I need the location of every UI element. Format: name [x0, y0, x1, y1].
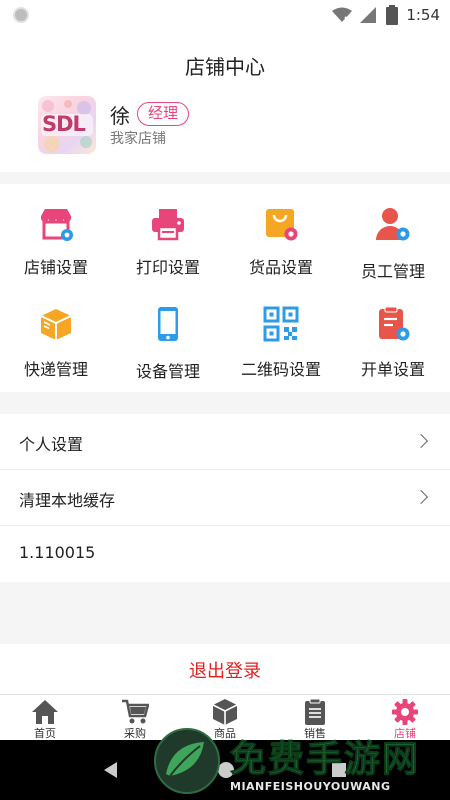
settings-menu: 个人设置 清理本地缓存 1.110015: [0, 414, 450, 582]
grid-item-label: 打印设置: [135, 258, 200, 277]
phone-device-icon: [158, 307, 178, 341]
watermark: 免费手游网 MIANFEISHOUYOUWANG: [152, 728, 442, 800]
role-badge: 经理: [137, 102, 190, 126]
menu-item-personal-settings[interactable]: 个人设置: [0, 414, 450, 470]
profile-card[interactable]: SDL 徐 经理 我家店铺: [0, 88, 450, 172]
watermark-logo: [154, 728, 220, 794]
store-settings-icon: [41, 209, 73, 241]
logout-label: 退出登录: [189, 661, 261, 682]
watermark-subtitle: MIANFEISHOUYOUWANG: [230, 780, 391, 793]
grid-item-label: 设备管理: [135, 362, 200, 381]
grid-item-order-settings[interactable]: 开单设置: [337, 284, 449, 379]
notification-dot-icon: [13, 7, 29, 23]
grid-item-label: 二维码设置: [240, 360, 321, 379]
grid-item-store-settings[interactable]: 店铺设置: [0, 184, 112, 277]
tab-label: 首页: [34, 727, 56, 740]
store-name: 我家店铺: [110, 131, 166, 147]
version-row: 1.110015: [0, 526, 450, 582]
menu-item-clear-cache[interactable]: 清理本地缓存: [0, 470, 450, 526]
avatar-logo-text: SDL: [42, 112, 86, 136]
function-grid: 店铺设置 打印设置 货品设置 员工管理 快递管理 设备管理 二维码设置 开单设置: [0, 184, 450, 392]
box-icon: [212, 699, 238, 725]
clipboard-icon: [305, 698, 325, 725]
grid-item-label: 快递管理: [23, 360, 88, 379]
user-name: 徐: [110, 104, 130, 128]
watermark-title: 免费手游网: [229, 738, 421, 781]
logout-button[interactable]: 退出登录: [0, 644, 450, 696]
grid-item-goods-settings[interactable]: 货品设置: [225, 184, 337, 277]
status-icons: 1:54: [332, 5, 440, 25]
status-bar: 1:54: [0, 0, 450, 30]
page-title: 店铺中心: [185, 54, 265, 79]
grid-item-label: 开单设置: [360, 360, 425, 379]
battery-icon: [386, 5, 399, 25]
order-settings-icon: [379, 306, 410, 341]
grid-item-label: 货品设置: [248, 258, 313, 277]
back-icon[interactable]: [104, 762, 117, 778]
gear-icon: [392, 699, 418, 725]
grid-item-staff-management[interactable]: 员工管理: [337, 184, 449, 281]
leaf-icon: [166, 742, 204, 777]
grid-item-print-settings[interactable]: 打印设置: [112, 184, 224, 277]
grid-item-qrcode-settings[interactable]: 二维码设置: [225, 284, 337, 379]
parcel-icon: [40, 309, 72, 340]
avatar[interactable]: SDL: [38, 96, 96, 154]
goods-settings-icon: [266, 209, 298, 241]
tab-home[interactable]: 首页: [0, 695, 90, 740]
menu-item-label: 清理本地缓存: [19, 491, 116, 510]
signal-icon: [360, 7, 377, 23]
wifi-icon: [332, 7, 353, 23]
status-time: 1:54: [406, 6, 440, 24]
staff-icon: [376, 208, 410, 241]
menu-item-label: 个人设置: [19, 435, 84, 454]
grid-item-express-management[interactable]: 快递管理: [0, 284, 112, 379]
grid-item-label: 店铺设置: [23, 258, 88, 277]
chevron-right-icon: [413, 489, 429, 505]
qrcode-icon: [263, 306, 299, 342]
home-icon: [32, 700, 58, 724]
grid-item-device-management[interactable]: 设备管理: [112, 284, 224, 381]
printer-icon: [152, 209, 184, 241]
chevron-right-icon: [413, 433, 429, 449]
cart-icon: [122, 699, 149, 724]
grid-item-label: 员工管理: [360, 262, 425, 281]
version-number: 1.110015: [19, 543, 96, 562]
